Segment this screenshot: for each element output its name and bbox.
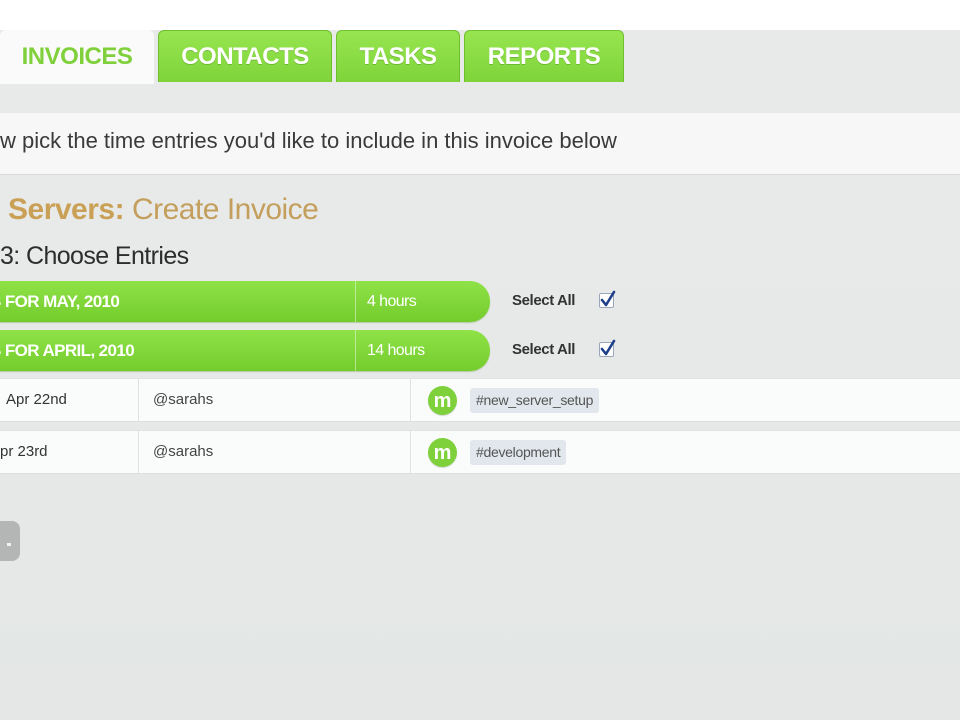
tab-reports[interactable]: REPORTS (464, 30, 624, 82)
entry-date: pr 23rd (0, 443, 48, 460)
tab-contacts[interactable]: CONTACTS (158, 30, 332, 82)
entry-user[interactable]: @sarahs (153, 379, 213, 421)
select-all-label: Select All (512, 341, 575, 358)
entry-tag[interactable]: #development (470, 440, 567, 465)
month-hours: 4 hours (367, 293, 417, 310)
divider (355, 281, 356, 322)
tab-invoices[interactable]: INVOICES (0, 30, 154, 84)
tab-contacts-label: CONTACTS (181, 42, 309, 70)
page-action: Create Invoice (131, 193, 319, 226)
month-label: S FOR MAY, 2010 (0, 292, 120, 311)
month-hours: 14 hours (367, 342, 425, 359)
table-row[interactable]: Apr 22nd @sarahs m #new_server_setup (0, 378, 960, 422)
checkmark-icon (600, 339, 616, 356)
column-divider (138, 431, 139, 473)
step-heading: 3: Choose Entries (0, 242, 189, 270)
column-divider (138, 379, 139, 421)
select-all-checkbox[interactable] (599, 339, 616, 357)
instruction-text: w pick the time entries you'd like to in… (0, 113, 960, 175)
button-glyph (7, 543, 11, 546)
entry-date: Apr 22nd (6, 391, 67, 408)
select-all-label: Select All (512, 292, 575, 309)
table-row[interactable]: pr 23rd @sarahs m #development (0, 430, 960, 474)
divider (355, 330, 356, 371)
month-bar-april[interactable]: S FOR APRIL, 2010 14 hours (0, 330, 490, 371)
month-bar-may[interactable]: S FOR MAY, 2010 4 hours (0, 281, 490, 322)
column-divider (410, 431, 411, 473)
tab-tasks-label: TASKS (359, 42, 437, 70)
tab-reports-label: REPORTS (487, 42, 601, 70)
tab-tasks[interactable]: TASKS (336, 30, 460, 82)
select-all-checkbox[interactable] (599, 290, 616, 308)
tab-invoices-label: INVOICES (21, 43, 133, 70)
client-name: Servers: (8, 193, 125, 226)
entry-tag[interactable]: #new_server_setup (470, 388, 600, 413)
top-bar (0, 0, 960, 30)
month-label: S FOR APRIL, 2010 (0, 341, 135, 360)
column-divider (410, 379, 411, 421)
action-button[interactable] (0, 521, 20, 561)
page-title: Servers: Create Invoice (8, 193, 319, 227)
entry-user[interactable]: @sarahs (153, 431, 213, 473)
checkmark-icon (600, 290, 616, 307)
m-avatar-icon: m (428, 438, 457, 467)
m-avatar-icon: m (428, 386, 457, 415)
